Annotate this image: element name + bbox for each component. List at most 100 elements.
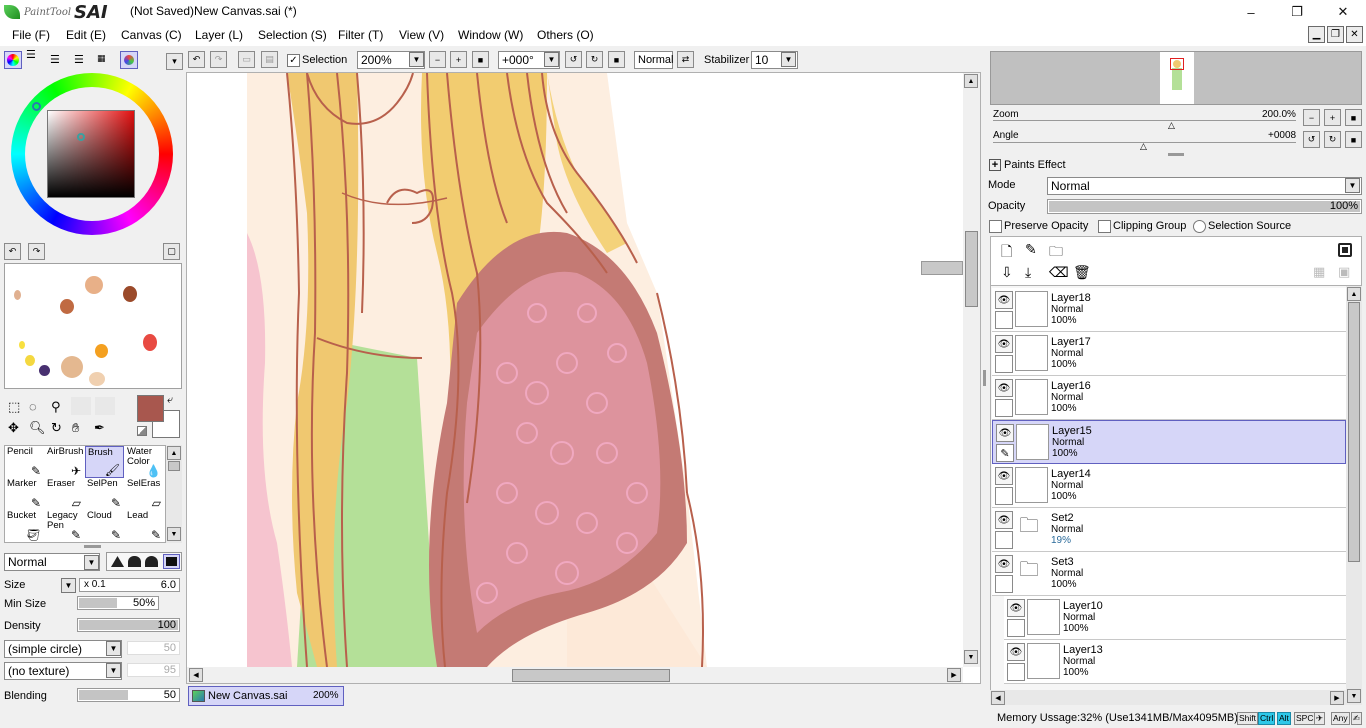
nav-zoom-handle[interactable]: △ — [1168, 121, 1175, 130]
selection-checkbox[interactable]: ✓ — [287, 54, 300, 67]
nav-zoom-track[interactable] — [993, 120, 1296, 121]
edge-flat-icon[interactable] — [163, 554, 180, 569]
layer-item[interactable]: 👁︎ 🗀︎ Set3 Normal 100% — [992, 552, 1346, 596]
mdi-minimize-button[interactable]: ▁ — [1308, 26, 1325, 43]
chevron-down-icon[interactable]: ▼ — [106, 663, 121, 678]
lock-checkbox[interactable] — [995, 487, 1013, 505]
tool-grid-scrollbar[interactable]: ▲ ▼ — [166, 445, 182, 543]
sv-picker-handle[interactable] — [77, 133, 85, 141]
eye-icon[interactable]: 👁︎ — [995, 555, 1013, 573]
color-wheel-tab-icon[interactable] — [4, 51, 22, 69]
canvas-vscrollbar[interactable]: ▲ ▼ — [963, 73, 980, 667]
rotate-reset-icon[interactable]: ■ — [608, 51, 625, 68]
tool-marker[interactable]: Marker ✎ — [5, 478, 44, 510]
redo-icon[interactable]: ↷ — [210, 51, 227, 68]
scroll-left-icon[interactable]: ◀ — [991, 691, 1005, 705]
nav-zoom-reset-icon[interactable]: ■ — [1345, 109, 1362, 126]
layer-opacity-slider[interactable]: 100% — [1047, 199, 1362, 214]
eye-icon[interactable]: 👁︎ — [1007, 643, 1025, 661]
layer-item[interactable]: 👁︎ ✎ Layer15 Normal 100% — [992, 420, 1346, 464]
scroll-down-icon[interactable]: ▼ — [964, 650, 978, 664]
menu-others[interactable]: Others (O) — [537, 28, 594, 42]
layer-panel-toggle-icon[interactable] — [1338, 243, 1352, 257]
zoom-in-icon[interactable]: + — [450, 51, 467, 68]
menu-layer[interactable]: Layer (L) — [195, 28, 243, 42]
lasso-icon[interactable]: ◌ — [29, 399, 37, 414]
tool-brush[interactable]: Brush 🖌︎ — [85, 446, 124, 478]
rotate-left-icon[interactable]: ↺ — [565, 51, 582, 68]
saturation-value-square[interactable] — [47, 110, 135, 198]
move-icon[interactable]: ✥ — [8, 420, 19, 436]
menu-window[interactable]: Window (W) — [458, 28, 523, 42]
eye-icon[interactable]: 👁︎ — [1007, 599, 1025, 617]
canvas-hscrollbar[interactable]: ◀ ▶ — [187, 667, 963, 683]
flip-horizontal-icon[interactable]: ⇄ — [677, 51, 694, 68]
scratchpad-undo-icon[interactable]: ↶ — [4, 243, 21, 260]
chevron-down-icon[interactable]: ▼ — [84, 555, 99, 570]
nav-rotate-right-icon[interactable]: ↻ — [1324, 131, 1341, 148]
invert-selection-icon[interactable]: ▤ — [261, 51, 278, 68]
nav-zoom-in-icon[interactable]: + — [1324, 109, 1341, 126]
rotate-right-icon[interactable]: ↻ — [586, 51, 603, 68]
tool-bucket[interactable]: Bucket 🪣︎ — [5, 510, 44, 542]
deselect-icon[interactable]: ▭ — [238, 51, 255, 68]
eye-icon[interactable]: 👁︎ — [995, 379, 1013, 397]
new-folder-icon[interactable]: 🗀︎ — [1049, 241, 1063, 265]
lock-checkbox[interactable] — [1007, 619, 1025, 637]
lock-checkbox[interactable] — [995, 399, 1013, 417]
tool-seleras[interactable]: SelEras ▱ — [125, 478, 164, 510]
min-size-slider[interactable]: 50% — [77, 596, 159, 610]
layer-scroll-thumb[interactable] — [1348, 302, 1360, 562]
layer-item[interactable]: 👁︎ Layer14 Normal 100% — [992, 464, 1346, 508]
canvas-handle[interactable] — [921, 261, 963, 275]
scratchpad-tab-icon[interactable] — [120, 51, 138, 69]
layer-mode-select[interactable]: Normal — [1047, 177, 1362, 195]
layer-item[interactable]: 👁︎ Layer16 Normal 100% — [992, 376, 1346, 420]
eye-icon[interactable]: 👁︎ — [995, 335, 1013, 353]
layer-item[interactable]: 👁︎ Layer13 Normal 100% — [1004, 640, 1346, 684]
menu-file[interactable]: File (F) — [12, 28, 50, 42]
scroll-right-icon[interactable]: ▶ — [1330, 691, 1344, 705]
new-linework-layer-icon[interactable]: ✎ — [1025, 241, 1037, 258]
navigator-viewport[interactable] — [1170, 58, 1184, 70]
layer-item[interactable]: 👁︎ Layer10 Normal 100% — [1004, 596, 1346, 640]
tool-lead[interactable]: Lead ✎ — [125, 510, 164, 542]
lock-checkbox[interactable] — [995, 355, 1013, 373]
brush-edge-selector[interactable] — [106, 552, 182, 571]
primary-color-swatch[interactable] — [137, 395, 164, 422]
mdi-close-button[interactable]: ✕ — [1346, 26, 1363, 43]
tool-selpen[interactable]: SelPen ✎ — [85, 478, 124, 510]
nav-rotate-reset-icon[interactable]: ■ — [1345, 131, 1362, 148]
eye-icon[interactable]: 👁︎ — [995, 511, 1013, 529]
chevron-down-icon[interactable]: ▼ — [106, 641, 121, 656]
swatches-tab-icon[interactable]: ▦ — [97, 53, 115, 67]
scroll-left-icon[interactable]: ◀ — [189, 668, 203, 682]
rgb-slider-tab-icon[interactable]: ☰ — [26, 50, 44, 67]
hand-icon[interactable]: ✋︎ — [72, 420, 79, 436]
scroll-up-icon[interactable]: ▲ — [964, 74, 978, 88]
delete-layer-icon[interactable]: 🗑︎ — [1073, 264, 1091, 281]
eye-icon[interactable]: 👁︎ — [995, 467, 1013, 485]
intermediate-color-tab-icon[interactable]: ☰ — [74, 53, 92, 67]
swap-colors-icon[interactable]: ⤶ — [167, 394, 173, 407]
layer-item[interactable]: 👁︎ Layer18 Normal 100% — [992, 288, 1346, 332]
brush-texture-select[interactable]: (no texture) — [4, 662, 122, 680]
tool-pencil[interactable]: Pencil ✎ — [5, 446, 44, 478]
preserve-opacity-checkbox[interactable] — [989, 220, 1002, 233]
scroll-down-icon[interactable]: ▼ — [1347, 689, 1361, 703]
zoom-icon[interactable]: 🔍︎ — [29, 420, 46, 436]
transfer-down-icon[interactable]: ⇩ — [1001, 264, 1013, 281]
hscroll-thumb[interactable] — [512, 669, 670, 682]
eye-icon[interactable]: 👁︎ — [996, 424, 1014, 442]
edge-medium-icon[interactable] — [128, 556, 141, 567]
lock-checkbox[interactable] — [1007, 663, 1025, 681]
magic-wand-icon[interactable]: ⚲ — [51, 399, 61, 415]
menu-view[interactable]: View (V) — [399, 28, 444, 42]
rect-select-icon[interactable]: ⬚ — [8, 399, 20, 415]
layer-list-hscrollbar[interactable]: ◀ ▶ — [990, 690, 1346, 705]
chevron-down-icon[interactable]: ▼ — [544, 52, 559, 67]
brush-shape-select[interactable]: (simple circle) — [4, 640, 122, 658]
new-layer-icon[interactable]: 🗋︎ — [1001, 241, 1012, 265]
mdi-restore-button[interactable]: ❐ — [1327, 26, 1344, 43]
menu-filter[interactable]: Filter (T) — [338, 28, 383, 42]
